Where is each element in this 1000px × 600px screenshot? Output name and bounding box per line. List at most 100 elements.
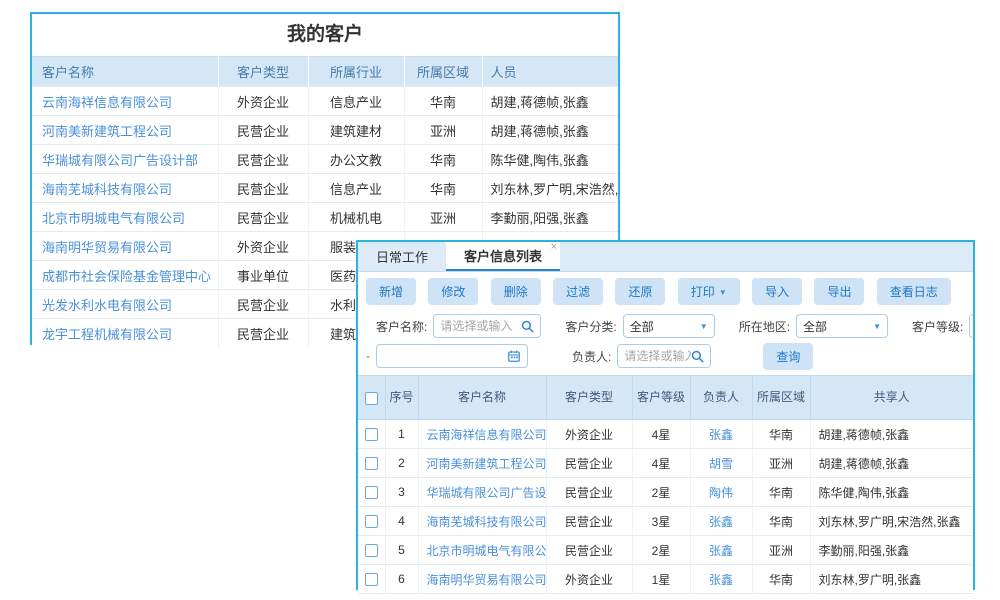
table-row: 河南美新建筑工程公司 民营企业 建筑建材 亚洲 胡建,蒋德帧,张鑫: [32, 116, 618, 145]
customer-type-cell: 民营企业: [218, 290, 308, 319]
table-header-row: 序号 客户名称 客户类型 客户等级 负责人 所属区域 共享人: [358, 376, 973, 420]
customer-type-cell: 民营企业: [546, 536, 632, 565]
table-row: 北京市明城电气有限公司 民营企业 机械机电 亚洲 李勤丽,阳强,张鑫: [32, 203, 618, 232]
toolbar: 新增 修改 删除 过滤 还原 打印▼ 导入 导出 查看日志: [358, 272, 973, 310]
customer-list-window: 日常工作 客户信息列表 × 新增 修改 删除 过滤 还原 打印▼ 导入 导出 查…: [356, 240, 975, 590]
customer-type-cell: 外资企业: [218, 232, 308, 261]
print-button[interactable]: 打印▼: [678, 278, 740, 305]
customer-list-table: 序号 客户名称 客户类型 客户等级 负责人 所属区域 共享人 1 云南海祥信息有…: [358, 375, 973, 594]
customer-name-filter: 客户名称:: [376, 314, 541, 338]
chevron-down-icon: ▼: [873, 322, 881, 331]
owner-link[interactable]: 胡雪: [709, 457, 733, 471]
district-select[interactable]: 全部 ▼: [796, 314, 888, 338]
customer-link[interactable]: 光发水利水电有限公司: [42, 298, 172, 313]
customer-link[interactable]: 云南海祥信息有限公司: [427, 428, 547, 442]
row-checkbox[interactable]: [365, 573, 378, 586]
import-button[interactable]: 导入: [752, 278, 802, 305]
restore-button[interactable]: 还原: [615, 278, 665, 305]
customer-link[interactable]: 成都市社会保险基金管理中心: [42, 269, 211, 284]
customer-link[interactable]: 海南芜城科技有限公司: [427, 515, 547, 529]
delete-button[interactable]: 删除: [491, 278, 541, 305]
customer-link[interactable]: 河南美新建筑工程公司: [427, 457, 547, 471]
customer-type-cell: 民营企业: [218, 174, 308, 203]
col-index: 序号: [385, 376, 418, 420]
select-value: 全部: [803, 318, 827, 335]
index-cell: 6: [385, 565, 418, 594]
row-checkbox[interactable]: [365, 428, 378, 441]
row-checkbox[interactable]: [365, 544, 378, 557]
row-checkbox[interactable]: [365, 515, 378, 528]
row-checkbox[interactable]: [365, 486, 378, 499]
edit-button[interactable]: 修改: [428, 278, 478, 305]
col-customer-name: 客户名称: [418, 376, 546, 420]
tab-customer-info-list[interactable]: 客户信息列表 ×: [446, 242, 560, 271]
customer-type-cell: 民营企业: [546, 449, 632, 478]
customer-link[interactable]: 海南明华贸易有限公司: [427, 573, 547, 587]
col-customer-name: 客户名称: [32, 57, 218, 87]
region-cell: 华南: [752, 420, 810, 449]
grade-select[interactable]: 全部: [969, 314, 973, 338]
customer-link[interactable]: 云南海祥信息有限公司: [42, 95, 172, 110]
region-cell: 华南: [752, 565, 810, 594]
staff-cell: 李勤丽,阳强,张鑫: [482, 203, 618, 232]
add-button[interactable]: 新增: [366, 278, 416, 305]
customer-link[interactable]: 龙宇工程机械有限公司: [42, 327, 172, 342]
col-grade: 客户等级: [632, 376, 690, 420]
customer-name-label: 客户名称:: [376, 318, 427, 335]
select-all-checkbox[interactable]: [365, 392, 378, 405]
col-staff: 人员: [482, 57, 618, 87]
filter-panel: 客户名称: 客户分类: 全部 ▼ 所在地区: 全部 ▼: [358, 310, 973, 373]
customer-type-cell: 外资企业: [546, 565, 632, 594]
filter-button[interactable]: 过滤: [553, 278, 603, 305]
shared-cell: 胡建,蒋德帧,张鑫: [810, 449, 973, 478]
table-row: 4 海南芜城科技有限公司 民营企业 3星 张鑫 华南 刘东林,罗广明,宋浩然,张…: [358, 507, 973, 536]
customer-link[interactable]: 华瑞城有限公司广告设计部: [42, 153, 198, 168]
table-row: 3 华瑞城有限公司广告设... 民营企业 2星 陶伟 华南 陈华健,陶伟,张鑫: [358, 478, 973, 507]
customer-link[interactable]: 河南美新建筑工程公司: [42, 124, 172, 139]
owner-input[interactable]: [624, 349, 691, 363]
region-cell: 华南: [752, 507, 810, 536]
owner-link[interactable]: 张鑫: [709, 428, 733, 442]
view-log-button[interactable]: 查看日志: [877, 278, 951, 305]
tab-daily-work[interactable]: 日常工作: [358, 242, 446, 271]
customer-link[interactable]: 北京市明城电气有限公司: [427, 544, 547, 558]
date-input[interactable]: [383, 349, 507, 363]
industry-cell: 建筑建材: [308, 116, 404, 145]
select-value: 全部: [630, 318, 654, 335]
table-row: 云南海祥信息有限公司 外资企业 信息产业 华南 胡建,蒋德帧,张鑫: [32, 87, 618, 116]
owner-link[interactable]: 张鑫: [709, 573, 733, 587]
customer-type-cell: 民营企业: [546, 507, 632, 536]
customer-link[interactable]: 华瑞城有限公司广告设...: [427, 486, 547, 500]
filter-row-1: 客户名称: 客户分类: 全部 ▼ 所在地区: 全部 ▼: [358, 311, 973, 341]
customer-link[interactable]: 北京市明城电气有限公司: [42, 211, 185, 226]
owner-link[interactable]: 张鑫: [709, 544, 733, 558]
owner-link[interactable]: 陶伟: [709, 486, 733, 500]
close-icon[interactable]: ×: [551, 242, 557, 253]
shared-cell: 刘东林,罗广明,张鑫: [810, 565, 973, 594]
owner-link[interactable]: 张鑫: [709, 515, 733, 529]
region-cell: 亚洲: [404, 203, 482, 232]
customer-name-input[interactable]: [440, 319, 521, 333]
customer-category-select[interactable]: 全部 ▼: [623, 314, 715, 338]
row-checkbox[interactable]: [365, 457, 378, 470]
customer-link[interactable]: 海南芜城科技有限公司: [42, 182, 172, 197]
tab-label: 客户信息列表: [464, 246, 542, 265]
region-cell: 华南: [752, 478, 810, 507]
table-row: 6 海南明华贸易有限公司 外资企业 1星 张鑫 华南 刘东林,罗广明,张鑫: [358, 565, 973, 594]
query-button[interactable]: 查询: [763, 343, 813, 370]
grade-cell: 4星: [632, 449, 690, 478]
table-row: 华瑞城有限公司广告设计部 民营企业 办公文教 华南 陈华健,陶伟,张鑫: [32, 145, 618, 174]
calendar-icon: [507, 349, 521, 363]
region-cell: 亚洲: [404, 116, 482, 145]
industry-cell: 信息产业: [308, 87, 404, 116]
col-industry: 所属行业: [308, 57, 404, 87]
grade-cell: 3星: [632, 507, 690, 536]
customer-link[interactable]: 海南明华贸易有限公司: [42, 240, 172, 255]
owner-filter: 负责人:: [572, 344, 711, 368]
col-region: 所属区域: [404, 57, 482, 87]
export-button[interactable]: 导出: [814, 278, 864, 305]
staff-cell: 胡建,蒋德帧,张鑫: [482, 87, 618, 116]
shared-cell: 陈华健,陶伟,张鑫: [810, 478, 973, 507]
industry-cell: 信息产业: [308, 174, 404, 203]
table-row: 1 云南海祥信息有限公司 外资企业 4星 张鑫 华南 胡建,蒋德帧,张鑫: [358, 420, 973, 449]
